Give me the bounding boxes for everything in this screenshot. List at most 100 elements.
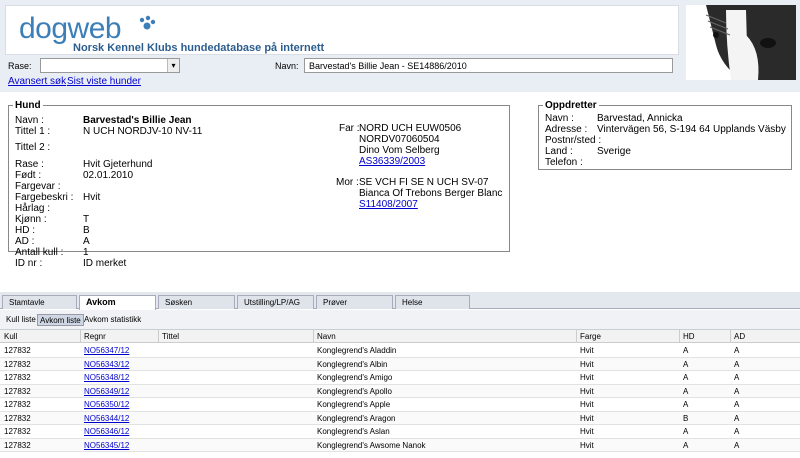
oppdretter-field-label: Postnr/sted : — [545, 135, 602, 146]
cell-kull: 127832 — [4, 359, 31, 369]
cell-farge: Hvit — [580, 346, 594, 355]
cell-ad: A — [734, 373, 740, 382]
cell-navn: Konglegrend's Apollo — [317, 386, 392, 396]
cell-ad: A — [734, 413, 740, 423]
col-hd[interactable]: HD — [683, 332, 695, 341]
cell-ad: A — [734, 427, 740, 436]
mor-titles: SE VCH FI SE N UCH SV-07 — [359, 177, 489, 188]
mor-regnr-link[interactable]: S11408/2007 — [359, 199, 418, 210]
hund-field-label: Fargebeskri : — [15, 192, 74, 203]
table-header: Kull Regnr Tittel Navn Farge HD AD — [0, 330, 800, 343]
cell-regnr-link[interactable]: NO56343/12 — [84, 360, 129, 369]
cell-regnr-link[interactable]: NO56345/12 — [84, 441, 129, 450]
col-tittel[interactable]: Tittel — [162, 332, 179, 341]
cell-regnr-link[interactable]: NO56350/12 — [84, 400, 129, 409]
mor-label: Mor : — [336, 177, 359, 188]
cell-regnr-link[interactable]: NO56344/12 — [84, 414, 129, 423]
navn-input[interactable] — [304, 58, 673, 73]
far-titles2: NORDV07060504 — [359, 134, 440, 145]
table-row[interactable]: 127832 NO56346/12 Konglegrend's Aslan Hvit A… — [0, 425, 800, 439]
table-row[interactable]: 127832 NO56349/12 Konglegrend's Apollo Hvit… — [0, 384, 800, 398]
cell-ad: A — [734, 400, 740, 409]
cell-kull: 127832 — [4, 427, 31, 436]
table-row[interactable]: 127832 NO56347/12 Konglegrend's Aladdin Hvi… — [0, 344, 800, 358]
hund-field-value: ID merket — [83, 258, 127, 269]
hund-field-value: Hvit — [83, 192, 101, 203]
hund-field-label: HD : — [15, 225, 35, 236]
cell-kull: 127832 — [4, 440, 31, 450]
subtab-avkom-statistikk[interactable]: Avkom statistikk — [82, 314, 143, 326]
hund-field-value: 1 — [83, 247, 89, 258]
col-navn[interactable]: Navn — [317, 332, 336, 341]
col-ad[interactable]: AD — [734, 332, 745, 341]
col-kull[interactable]: Kull — [4, 332, 17, 341]
cell-kull: 127832 — [4, 373, 31, 382]
tab-sosken[interactable]: Søsken — [158, 295, 235, 309]
cell-ad: A — [734, 346, 740, 355]
cell-navn: Konglegrend's Aladdin — [317, 346, 397, 355]
table-row[interactable]: 127832 NO56344/12 Konglegrend's Aragon Hvit… — [0, 411, 800, 425]
tab-avkom[interactable]: Avkom — [79, 295, 156, 310]
rase-select[interactable]: ▾ — [40, 58, 180, 73]
mor-name: Bianca Of Trebons Berger Blanc — [359, 188, 503, 199]
tab-utstilling[interactable]: Utstilling/LP/AG — [237, 295, 314, 309]
hund-field-value: 02.01.2010 — [83, 170, 134, 181]
col-farge[interactable]: Farge — [580, 332, 601, 341]
cell-regnr-link[interactable]: NO56346/12 — [84, 427, 129, 436]
oppdretter-field-label: Adresse : — [545, 124, 588, 135]
table-row[interactable]: 127832 NO56343/12 Konglegrend's Albin Hvit A… — [0, 357, 800, 371]
navn-label: Navn: — [275, 61, 299, 71]
far-label: Far : — [339, 123, 360, 134]
cell-navn: Konglegrend's Aragon — [317, 413, 396, 423]
cell-ad: A — [734, 359, 740, 369]
logo-text[interactable]: dogweb — [19, 12, 122, 46]
col-regnr[interactable]: Regnr — [84, 332, 106, 341]
oppdretter-panel: Oppdretter Navn : Barvestad, Annicka Adres… — [538, 100, 792, 170]
cell-hd: A — [683, 373, 689, 382]
chevron-down-icon[interactable]: ▾ — [167, 59, 179, 72]
cell-farge: Hvit — [580, 427, 594, 436]
oppdretter-field-value: Sverige — [597, 146, 631, 157]
cell-kull: 127832 — [4, 386, 31, 396]
avansert-sok-link[interactable]: Avansert søk — [8, 76, 66, 87]
tab-prover[interactable]: Prøver — [316, 295, 393, 309]
hund-panel: Hund Navn : Barvestad's Billie Jean Tittel… — [8, 100, 510, 269]
table-row[interactable]: 127832 NO56350/12 Konglegrend's Apple Hvit A… — [0, 398, 800, 412]
cell-regnr-link[interactable]: NO56349/12 — [84, 387, 129, 396]
cell-ad: A — [734, 386, 740, 396]
hund-field-value: T — [83, 214, 90, 225]
hund-field-value: A — [83, 236, 90, 247]
sist-viste-link[interactable]: Sist viste hunder — [67, 76, 141, 87]
hund-field-label: Tittel 2 : — [15, 142, 51, 153]
cell-hd: A — [683, 427, 689, 436]
hund-field-label: Navn : — [15, 115, 44, 126]
subtab-kull-liste[interactable]: Kull liste — [4, 314, 38, 326]
tab-stamtavle[interactable]: Stamtavle — [2, 295, 77, 309]
hund-field-label: Hårlag : — [15, 203, 51, 214]
table-row[interactable]: 127832 NO56345/12 Konglegrend's Awsome Nan… — [0, 438, 800, 452]
cell-hd: A — [683, 346, 689, 355]
hund-field-label: Rase : — [15, 159, 44, 170]
top-header: dogweb Norsk Kennel Klubs hundedatabase … — [0, 0, 800, 92]
subtabs-bar: Kull liste Avkom liste Avkom statistikk — [0, 310, 800, 330]
cell-farge: Hvit — [580, 400, 594, 409]
cell-farge: Hvit — [580, 440, 594, 450]
cell-regnr-link[interactable]: NO56347/12 — [84, 346, 129, 355]
table-row[interactable]: 127832 NO56348/12 Konglegrend's Amigo Hvit A… — [0, 371, 800, 385]
far-regnr-link[interactable]: AS36339/2003 — [359, 156, 425, 167]
logo-dots-icon — [139, 15, 156, 30]
tab-helse[interactable]: Helse — [395, 295, 470, 309]
hund-field-label: Tittel 1 : — [15, 126, 51, 137]
cell-navn: Konglegrend's Aslan — [317, 427, 390, 436]
cell-farge: Hvit — [580, 413, 594, 423]
cell-regnr-link[interactable]: NO56348/12 — [84, 373, 129, 382]
hund-field-label: Kjønn : — [15, 214, 47, 225]
cell-navn: Konglegrend's Awsome Nanok — [317, 440, 426, 450]
site-subtitle: Norsk Kennel Klubs hundedatabase på inte… — [73, 42, 325, 54]
subtab-avkom-liste[interactable]: Avkom liste — [37, 314, 84, 326]
cell-kull: 127832 — [4, 413, 31, 423]
cell-kull: 127832 — [4, 400, 31, 409]
cell-ad: A — [734, 440, 740, 450]
cell-navn: Konglegrend's Apple — [317, 400, 391, 409]
tabs-bar: Stamtavle Avkom Søsken Utstilling/LP/AG … — [0, 292, 800, 310]
